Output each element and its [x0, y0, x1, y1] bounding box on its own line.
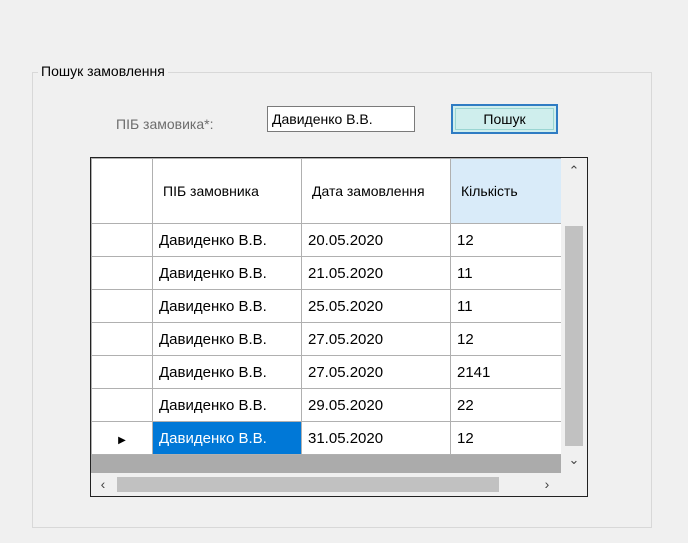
table-row[interactable]: Давиденко В.В. 27.05.2020 12: [91, 322, 562, 356]
cell-customer[interactable]: Давиденко В.В.: [152, 289, 302, 323]
column-header-date[interactable]: Дата замовлення: [301, 158, 451, 224]
cell-customer[interactable]: Давиденко В.В.: [152, 322, 302, 356]
column-header-quantity[interactable]: Кількість: [450, 158, 562, 224]
cell-customer[interactable]: Давиденко В.В.: [152, 355, 302, 389]
row-header[interactable]: [91, 388, 153, 422]
table-row[interactable]: Давиденко В.В. 21.05.2020 11: [91, 256, 562, 290]
cell-customer[interactable]: Давиденко В.В.: [152, 256, 302, 290]
row-header[interactable]: [91, 223, 153, 257]
customer-name-label: ПІБ замовика*:: [116, 116, 214, 132]
header-row: ПІБ замовника Дата замовлення Кількість: [91, 158, 562, 224]
row-header[interactable]: [91, 256, 153, 290]
cell-quantity[interactable]: 2141: [450, 355, 562, 389]
scrollbar-corner: [561, 473, 587, 496]
search-button[interactable]: Пошук: [451, 104, 558, 134]
cell-quantity[interactable]: 22: [450, 388, 562, 422]
horizontal-scroll-thumb[interactable]: [117, 477, 499, 492]
chevron-right-icon[interactable]: ›: [535, 473, 559, 496]
table-row[interactable]: Давиденко В.В. 27.05.2020 2141: [91, 355, 562, 389]
row-header[interactable]: [91, 322, 153, 356]
chevron-up-icon[interactable]: ⌃: [561, 158, 587, 184]
cell-quantity[interactable]: 11: [450, 256, 562, 290]
cell-date[interactable]: 27.05.2020: [301, 355, 451, 389]
cell-date[interactable]: 25.05.2020: [301, 289, 451, 323]
cell-quantity[interactable]: 12: [450, 223, 562, 257]
cell-date[interactable]: 29.05.2020: [301, 388, 451, 422]
chevron-down-icon[interactable]: ⌄: [561, 447, 587, 473]
horizontal-scrollbar[interactable]: ‹ ›: [91, 473, 561, 496]
cell-date[interactable]: 21.05.2020: [301, 256, 451, 290]
search-button-label: Пошук: [455, 108, 554, 130]
row-header-corner[interactable]: [91, 158, 153, 224]
current-row-arrow-icon: ▶: [118, 434, 126, 446]
table-row[interactable]: Давиденко В.В. 29.05.2020 22: [91, 388, 562, 422]
vertical-scroll-thumb[interactable]: [565, 226, 583, 446]
cell-date[interactable]: 20.05.2020: [301, 223, 451, 257]
row-header[interactable]: [91, 289, 153, 323]
cell-customer[interactable]: Давиденко В.В.: [152, 223, 302, 257]
table-row[interactable]: Давиденко В.В. 25.05.2020 11: [91, 289, 562, 323]
orders-table: ПІБ замовника Дата замовлення Кількість …: [91, 158, 562, 455]
groupbox-title: Пошук замовлення: [38, 63, 168, 79]
table-row[interactable]: Давиденко В.В. 20.05.2020 12: [91, 223, 562, 257]
customer-name-input[interactable]: [267, 106, 415, 132]
table-row[interactable]: ▶ Давиденко В.В. 31.05.2020 12: [91, 421, 562, 455]
row-header[interactable]: ▶: [91, 421, 153, 455]
row-header[interactable]: [91, 355, 153, 389]
cell-customer[interactable]: Давиденко В.В.: [152, 388, 302, 422]
orders-grid[interactable]: ПІБ замовника Дата замовлення Кількість …: [90, 157, 588, 497]
cell-quantity[interactable]: 11: [450, 289, 562, 323]
chevron-left-icon[interactable]: ‹: [91, 473, 115, 496]
cell-date[interactable]: 31.05.2020: [301, 421, 451, 455]
cell-quantity[interactable]: 12: [450, 421, 562, 455]
vertical-scrollbar[interactable]: ⌃ ⌄: [561, 158, 587, 473]
column-header-customer[interactable]: ПІБ замовника: [152, 158, 302, 224]
cell-quantity[interactable]: 12: [450, 322, 562, 356]
cell-date[interactable]: 27.05.2020: [301, 322, 451, 356]
cell-customer[interactable]: Давиденко В.В.: [152, 421, 302, 455]
